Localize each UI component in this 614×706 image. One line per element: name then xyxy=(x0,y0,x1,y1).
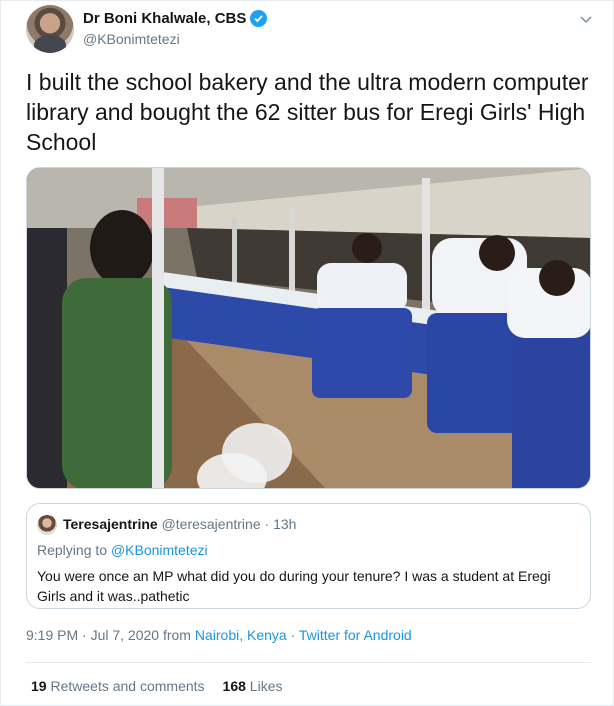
photo-illustration xyxy=(27,168,590,488)
quoted-separator: · xyxy=(260,516,274,532)
source-link[interactable]: Twitter for Android xyxy=(299,627,412,643)
quoted-tweet[interactable]: Teresajentrine @teresajentrine · 13h Rep… xyxy=(26,503,591,609)
quoted-avatar[interactable] xyxy=(37,515,57,535)
quoted-name[interactable]: Teresajentrine xyxy=(63,516,158,532)
author-name-row: Dr Boni Khalwale, CBS xyxy=(83,10,268,27)
likes-stat[interactable]: 168 Likes xyxy=(223,678,283,694)
retweets-stat[interactable]: 19 Retweets and comments xyxy=(31,678,205,694)
quoted-time: 13h xyxy=(273,516,297,532)
tweet-text: I built the school bakery and the ultra … xyxy=(26,69,589,155)
verified-badge-icon xyxy=(250,10,268,27)
meta-separator: · xyxy=(286,627,299,643)
likes-label: Likes xyxy=(249,678,283,694)
retweets-label: Retweets and comments xyxy=(50,678,205,694)
tweet-card: Dr Boni Khalwale, CBS @KBonimtetezi I bu… xyxy=(0,0,614,706)
quoted-handle[interactable]: @teresajentrine xyxy=(162,516,261,532)
divider xyxy=(26,662,591,663)
location-link[interactable]: Nairobi, Kenya xyxy=(195,627,287,643)
tweet-photo[interactable] xyxy=(26,167,591,489)
quoted-text: You were once an MP what did you do duri… xyxy=(37,568,551,604)
author-handle[interactable]: @KBonimtetezi xyxy=(83,31,180,47)
replying-prefix: Replying to xyxy=(37,542,111,558)
replying-to-link[interactable]: @KBonimtetezi xyxy=(111,542,208,558)
replying-to-line: Replying to @KBonimtetezi xyxy=(37,542,208,558)
quoted-header: Teresajentrine @teresajentrine · 13h xyxy=(63,516,296,532)
retweets-count: 19 xyxy=(31,678,47,694)
likes-count: 168 xyxy=(222,678,246,694)
author-name[interactable]: Dr Boni Khalwale, CBS xyxy=(83,10,246,27)
tweet-stats: 19 Retweets and comments 168 Likes xyxy=(31,678,282,694)
tweet-meta: 9:19 PM · Jul 7, 2020 from Nairobi, Keny… xyxy=(26,627,412,643)
tweet-timestamp[interactable]: 9:19 PM · Jul 7, 2020 xyxy=(26,627,159,643)
avatar-suit-shape xyxy=(34,35,66,53)
chevron-down-icon[interactable] xyxy=(578,11,594,27)
from-label: from xyxy=(159,627,195,643)
author-avatar[interactable] xyxy=(26,5,74,53)
